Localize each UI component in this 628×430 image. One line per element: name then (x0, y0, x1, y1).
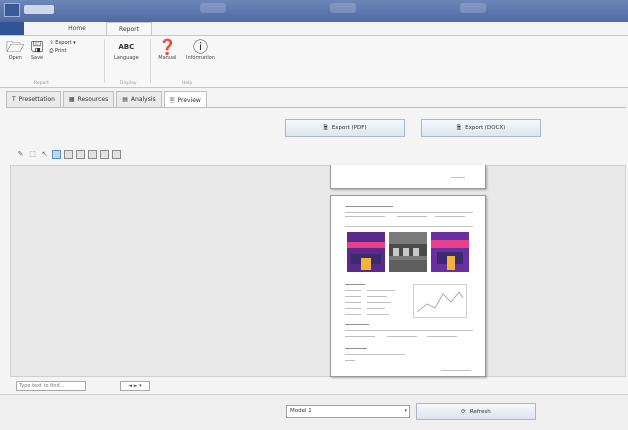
data-row-line (367, 290, 395, 291)
group-separator (104, 39, 105, 83)
export-menu-button[interactable]: ⇪ Export ▾ (49, 40, 75, 46)
information-button[interactable]: ⓘ Information (186, 39, 215, 61)
doc-icon: 🗎 (169, 96, 175, 104)
app-icon[interactable] (4, 3, 20, 17)
select-icon[interactable]: ⬚ (28, 150, 37, 159)
photo-image (389, 232, 427, 272)
export-icon: ⇪ (49, 40, 54, 46)
refresh-icon: ⟳ (461, 408, 466, 415)
preview-toolbar: ✎ ⬚ ↖ (16, 148, 121, 160)
model-select[interactable]: Model 1 ▾ (286, 405, 410, 418)
six-page-view-button[interactable] (88, 149, 97, 159)
open-button[interactable]: 🗁 Open (6, 39, 25, 61)
data-row-line (367, 296, 387, 297)
data-row-line (345, 290, 361, 291)
data-row-line (345, 354, 405, 355)
data-row-line (367, 302, 391, 303)
page-footer-line (441, 370, 471, 371)
t-icon: T (12, 96, 16, 103)
data-row-line (345, 314, 361, 315)
multi-page-view-button[interactable] (112, 149, 121, 159)
title-bar (0, 0, 628, 22)
two-page-view-button[interactable] (64, 149, 73, 159)
document-tabs: T Presettation ▦ Resources ▤ Analysis 🗎 … (6, 91, 209, 108)
group-label-display: Display (120, 81, 137, 86)
preview-page-previous (330, 165, 486, 189)
thermal-image-1 (347, 232, 385, 272)
separator-line (345, 330, 473, 331)
tab-analysis[interactable]: ▤ Analysis (116, 91, 162, 107)
language-icon: ABC (118, 43, 135, 51)
title-bar-decoration (330, 3, 356, 13)
header-line (397, 216, 427, 217)
tab-report[interactable]: Report (106, 22, 152, 36)
tab-preview[interactable]: 🗎 Preview (163, 91, 207, 108)
tab-home[interactable]: Home (52, 22, 102, 35)
group-separator (150, 39, 151, 83)
tab-resources[interactable]: ▦ Resources (62, 91, 115, 107)
grid-icon: ▦ (68, 96, 75, 103)
preview-area[interactable] (10, 165, 626, 377)
export-print-stack: ⇪ Export ▾ ⎙ Print (49, 40, 75, 54)
info-icon: ⓘ (192, 38, 208, 56)
tab-presettation[interactable]: T Presettation (6, 91, 61, 107)
header-line (345, 212, 473, 213)
data-row-line (345, 308, 361, 309)
separator-line (345, 226, 473, 227)
manual-button[interactable]: ❓ Manual (158, 39, 177, 61)
pointer-icon[interactable]: ↖ (40, 150, 49, 159)
help-icon: ❓ (158, 38, 177, 56)
data-row-line (345, 360, 355, 361)
group-report-buttons: 🗁 Open 🖫 Save ⇪ Export ▾ ⎙ Print (6, 39, 76, 61)
save-icon: 🖫 (30, 38, 44, 56)
print-button[interactable]: ⎙ Print (49, 48, 75, 54)
section-title-line (345, 324, 369, 325)
section-title-line (345, 284, 365, 285)
section-title-line (345, 348, 367, 349)
tab-file[interactable] (0, 22, 24, 35)
report-title-line (345, 206, 393, 207)
single-page-view-button[interactable] (52, 149, 61, 159)
quick-access-toolbar[interactable] (24, 5, 54, 14)
search-input[interactable]: Type text to find... (16, 381, 86, 391)
graph-thumbnail (413, 284, 467, 318)
header-line (435, 216, 465, 217)
brush-icon[interactable]: ✎ (16, 150, 25, 159)
group-label-report: Report (34, 81, 49, 86)
save-button[interactable]: 🖫 Save (31, 39, 44, 61)
data-row-line (345, 302, 361, 303)
docx-file-icon: 🗎 (456, 124, 462, 131)
title-bar-decoration (200, 3, 226, 13)
print-icon: ⎙ (49, 48, 54, 54)
thermal-image-2 (431, 232, 469, 272)
language-button[interactable]: ABC Language (114, 39, 139, 61)
four-page-view-button[interactable] (76, 149, 85, 159)
pdf-file-icon: 🗎 (323, 124, 328, 131)
data-row-line (345, 336, 375, 337)
search-navigation[interactable]: ◄ ► ▾ (120, 381, 150, 391)
content-border (6, 107, 626, 108)
folder-open-icon: 🗁 (6, 38, 25, 56)
preview-page-current (330, 195, 486, 377)
title-bar-decoration (460, 3, 486, 13)
header-line (345, 216, 385, 217)
chevron-down-icon: ▾ (404, 408, 407, 414)
chart-icon: ▤ (122, 96, 128, 103)
page-footer-line (451, 177, 465, 178)
data-row-line (367, 308, 385, 309)
eight-page-view-button[interactable] (100, 149, 109, 159)
group-label-help: Help (182, 81, 193, 86)
refresh-button[interactable]: ⟳ Refresh (416, 403, 536, 420)
data-row-line (427, 336, 457, 337)
data-row-line (387, 336, 417, 337)
export-pdf-button[interactable]: 🗎 Export (PDF) (285, 119, 405, 137)
export-docx-button[interactable]: 🗎 Export (DOCX) (421, 119, 541, 137)
data-row-line (367, 314, 389, 315)
ribbon: 🗁 Open 🖫 Save ⇪ Export ▾ ⎙ Print Report … (0, 35, 628, 88)
data-row-line (345, 296, 361, 297)
